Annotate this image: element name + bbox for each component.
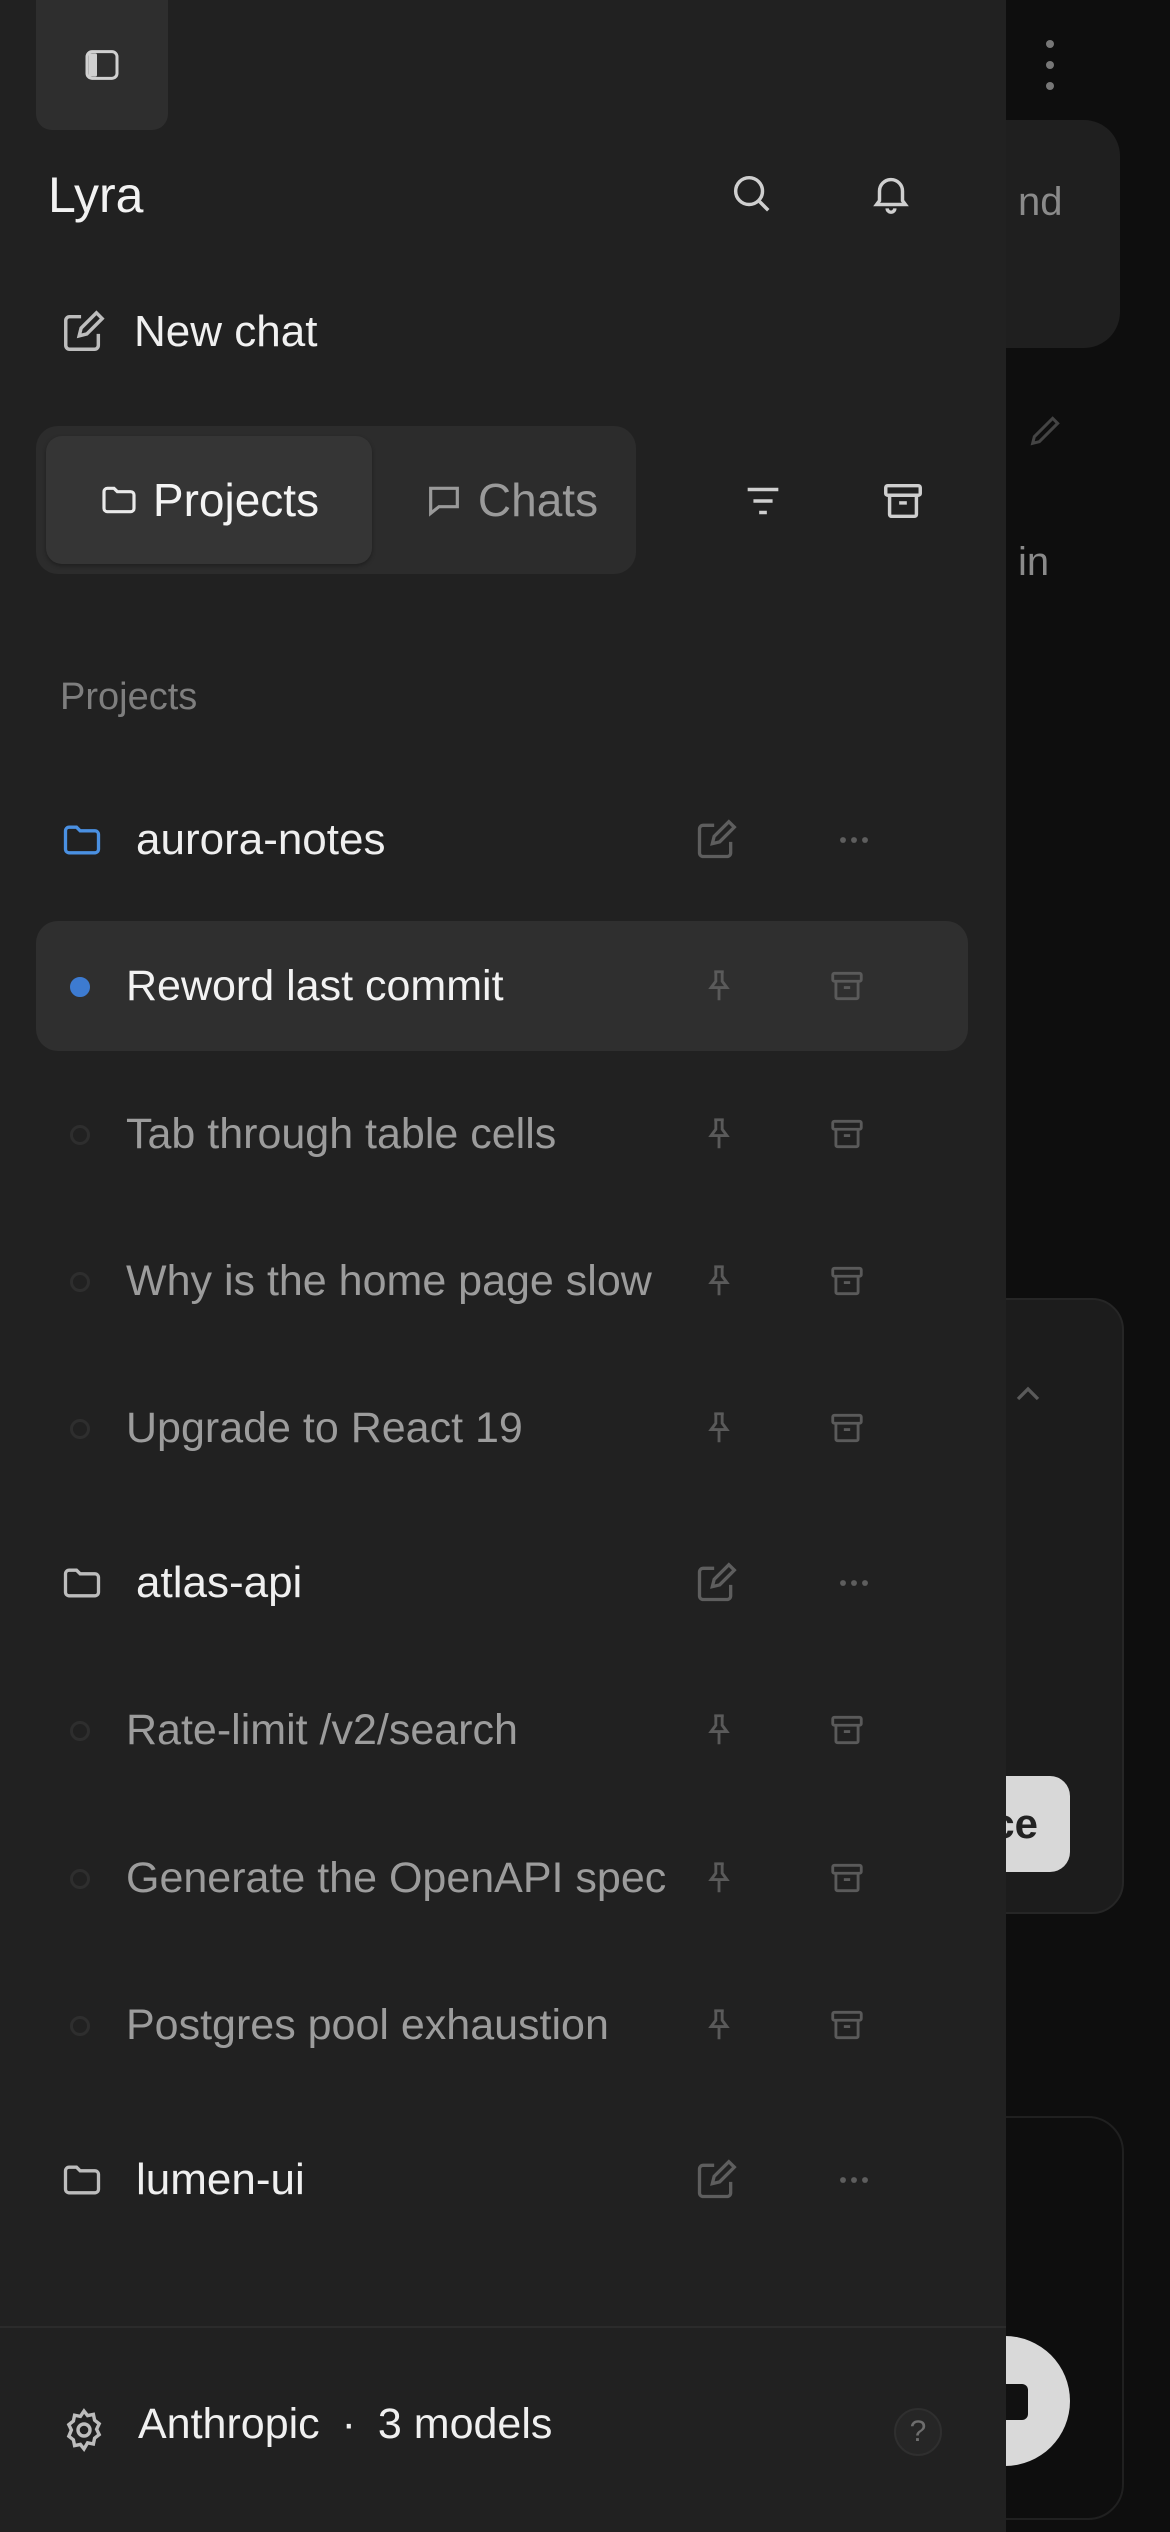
background-text: in <box>1018 540 1050 584</box>
project-name: atlas-api <box>136 1558 303 1607</box>
chat-row[interactable]: Why is the home page slow <box>36 1216 968 1346</box>
edit-icon[interactable] <box>694 2158 738 2202</box>
search-icon <box>733 175 770 212</box>
project-row-lumen-ui[interactable]: lumen-ui <box>36 2125 968 2235</box>
more-options-icon[interactable] <box>1036 40 1064 90</box>
archive-view-button[interactable] <box>880 478 926 524</box>
folder-icon <box>63 1568 101 1598</box>
active-indicator-dot <box>70 977 90 997</box>
status-dot <box>70 1419 90 1439</box>
new-chat-button[interactable]: New chat <box>60 300 317 364</box>
status-dot <box>70 1125 90 1145</box>
archive-icon[interactable] <box>828 1711 866 1749</box>
tab-projects-label: Projects <box>152 474 320 526</box>
project-name: aurora-notes <box>136 815 386 864</box>
status-dot <box>70 2016 90 2036</box>
pin-icon[interactable] <box>700 1115 738 1153</box>
chat-title: Rate-limit /v2/search <box>126 1706 518 1754</box>
pin-icon[interactable] <box>700 1859 738 1897</box>
status-dot <box>70 1869 90 1889</box>
pin-icon[interactable] <box>700 1409 738 1447</box>
folder-icon <box>102 486 136 514</box>
app-title: Lyra <box>48 167 144 223</box>
pencil-icon[interactable] <box>1026 410 1066 450</box>
archive-icon[interactable] <box>828 967 866 1005</box>
sidebar-toggle-button[interactable] <box>36 0 168 130</box>
pin-icon[interactable] <box>700 2006 738 2044</box>
tab-projects[interactable]: Projects <box>46 436 372 564</box>
archive-icon[interactable] <box>828 2006 866 2044</box>
pin-icon[interactable] <box>700 967 738 1005</box>
sidebar-drawer: Lyra New chat Projects Chats Projects au… <box>0 0 1006 2532</box>
notifications-button[interactable] <box>868 170 914 216</box>
project-row-aurora-notes[interactable]: aurora-notes <box>36 785 968 895</box>
section-label-projects: Projects <box>60 676 198 718</box>
project-row-atlas-api[interactable]: atlas-api <box>36 1528 968 1638</box>
folder-icon <box>63 2165 101 2195</box>
chat-row[interactable]: Tab through table cells <box>36 1069 968 1199</box>
chat-title: Why is the home page slow <box>126 1257 652 1305</box>
gear-icon[interactable] <box>60 2406 108 2454</box>
project-name: lumen-ui <box>136 2155 305 2204</box>
help-button[interactable]: ? <box>894 2408 942 2456</box>
ellipsis-icon[interactable] <box>832 2158 876 2202</box>
chat-title: Postgres pool exhaustion <box>126 2001 609 2049</box>
sidebar-icon <box>85 50 119 80</box>
tab-chats-label: Chats <box>477 474 599 526</box>
edit-icon[interactable] <box>694 1561 738 1605</box>
ellipsis-icon[interactable] <box>832 1561 876 1605</box>
chevron-up-icon[interactable] <box>1008 1374 1048 1414</box>
background-text: nd <box>1018 180 1063 224</box>
archive-icon[interactable] <box>828 1262 866 1300</box>
bell-icon <box>873 177 909 214</box>
new-chat-label: New chat <box>134 307 318 356</box>
chat-row[interactable]: Postgres pool exhaustion <box>36 1960 968 2090</box>
archive-icon[interactable] <box>828 1115 866 1153</box>
view-toggle: Projects Chats <box>36 426 636 574</box>
footer-divider <box>0 2326 1006 2328</box>
chat-title: Reword last commit <box>126 962 504 1010</box>
chat-row[interactable]: Reword last commit <box>36 921 968 1051</box>
pin-icon[interactable] <box>700 1711 738 1749</box>
filter-button[interactable] <box>740 478 786 524</box>
archive-icon[interactable] <box>828 1859 866 1897</box>
chat-bubble-icon <box>428 486 459 517</box>
status-dot <box>70 1272 90 1292</box>
chat-title: Generate the OpenAPI spec <box>126 1854 667 1902</box>
search-button[interactable] <box>728 170 774 216</box>
compose-icon <box>64 310 105 351</box>
provider-settings-button[interactable]: Anthropic · 3 models <box>138 2400 552 2449</box>
edit-icon[interactable] <box>694 818 738 862</box>
chat-title: Upgrade to React 19 <box>126 1404 523 1452</box>
separator-dot: · <box>341 2400 356 2448</box>
tab-chats[interactable]: Chats <box>396 436 626 564</box>
folder-icon <box>63 825 101 855</box>
model-count: 3 models <box>377 2400 553 2448</box>
archive-icon[interactable] <box>828 1409 866 1447</box>
chat-row[interactable]: Rate-limit /v2/search <box>36 1665 968 1795</box>
chat-title: Tab through table cells <box>126 1110 557 1158</box>
provider-name: Anthropic <box>138 2400 320 2448</box>
pin-icon[interactable] <box>700 1262 738 1300</box>
status-dot <box>70 1721 90 1741</box>
chat-row[interactable]: Generate the OpenAPI spec <box>36 1813 968 1943</box>
chat-row[interactable]: Upgrade to React 19 <box>36 1363 968 1493</box>
archive-icon <box>884 483 922 519</box>
ellipsis-icon[interactable] <box>832 818 876 862</box>
filter-icon <box>747 487 779 515</box>
